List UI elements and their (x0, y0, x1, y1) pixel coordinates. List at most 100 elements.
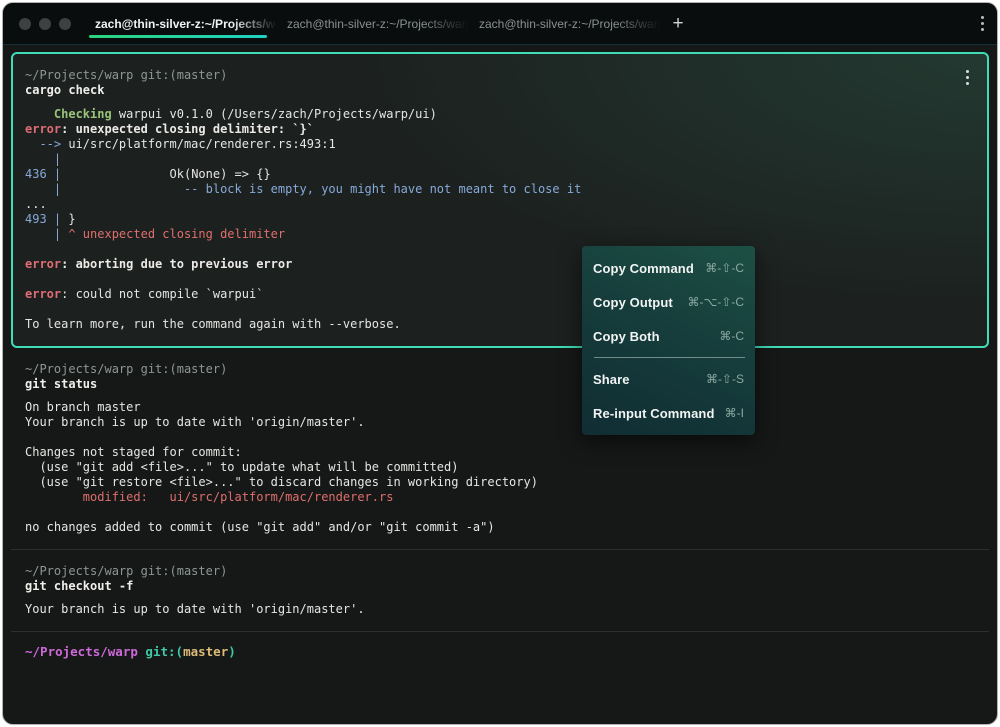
terminal-line: Changes not staged for commit: (25, 445, 975, 460)
line-gap (25, 594, 975, 602)
terminal-text-segment: (use "git add <file>..." to update what … (25, 460, 458, 474)
minimize-window-button[interactable] (39, 18, 51, 30)
terminal-line: ~/Projects/warp git:(master) (25, 68, 975, 83)
command-block-git-status[interactable]: ~/Projects/warp git:(master)git status On… (11, 348, 989, 549)
tab-fade (615, 3, 661, 44)
terminal-text-segment: : unexpected closing delimiter: `}` (61, 122, 314, 136)
terminal-line: git status (25, 377, 975, 392)
terminal-content: ~/Projects/warp git:(master)cargo check … (3, 45, 997, 671)
block-overflow-menu-icon[interactable] (966, 70, 969, 85)
terminal-text-segment: error (25, 287, 61, 301)
menu-item-copy-both[interactable]: Copy Both ⌘-C (582, 319, 755, 353)
terminal-text-segment: : could not compile `warpui` (61, 287, 263, 301)
terminal-line: Your branch is up to date with 'origin/m… (25, 415, 975, 430)
menu-item-label: Re-input Command (593, 406, 714, 421)
menu-item-shortcut: ⌘-C (719, 329, 744, 343)
terminal-line: ~/Projects/warp git:(master) (25, 362, 975, 377)
terminal-line: | (25, 152, 975, 167)
terminal-line: 436 | Ok(None) => {} (25, 167, 975, 182)
terminal-text-segment: | (25, 227, 61, 241)
terminal-text-segment: warpui v0.1.0 (/Users/zach/Projects/warp… (112, 107, 437, 121)
terminal-text-segment: error (25, 257, 61, 271)
terminal-text-segment: | (25, 152, 61, 166)
terminal-text-segment (25, 107, 54, 121)
line-gap (25, 98, 975, 107)
terminal-text-segment: Changes not staged for commit: (25, 445, 242, 459)
window-overflow-menu-icon[interactable] (967, 3, 997, 44)
menu-item-shortcut: ⌘-⇧-S (706, 372, 744, 386)
tab-3[interactable]: zach@thin-silver-z:~/Projects/warp (469, 3, 661, 44)
terminal-line: | -- block is empty, you might have not … (25, 182, 975, 197)
terminal-text-segment: ^ unexpected closing delimiter (68, 227, 285, 241)
terminal-text-segment: error (25, 122, 61, 136)
terminal-text-segment: 436 (25, 167, 47, 181)
tabbar-spacer (695, 3, 967, 44)
terminal-text-segment: Your branch is up to date with 'origin/m… (25, 415, 365, 429)
terminal-line: no changes added to commit (use "git add… (25, 520, 975, 535)
menu-item-share[interactable]: Share ⌘-⇧-S (582, 362, 755, 396)
terminal-text-segment (47, 167, 54, 181)
menu-item-copy-output[interactable]: Copy Output ⌘-⌥-⇧-C (582, 285, 755, 319)
menu-item-label: Copy Command (593, 261, 694, 276)
command-block-cargo-check[interactable]: ~/Projects/warp git:(master)cargo check … (11, 52, 989, 348)
menu-item-label: Copy Both (593, 329, 660, 344)
menu-item-shortcut: ⌘-⇧-C (705, 261, 744, 275)
terminal-line (25, 302, 975, 317)
zoom-window-button[interactable] (59, 18, 71, 30)
terminal-text-segment: | (25, 182, 61, 196)
terminal-line: git checkout -f (25, 579, 975, 594)
block-lines: ~/Projects/warp git:(master)git checkout… (25, 564, 975, 617)
tab-bar: zach@thin-silver-z:~/Projects/warp zach@… (3, 3, 997, 45)
new-tab-button[interactable]: + (661, 3, 695, 44)
terminal-text-segment: To learn more, run the command again wit… (25, 317, 401, 331)
terminal-text-segment: On branch master (25, 400, 141, 414)
block-lines: ~/Projects/warp git:(master)git status On… (25, 362, 975, 535)
menu-item-label: Share (593, 372, 630, 387)
terminal-line: To learn more, run the command again wit… (25, 317, 975, 332)
terminal-line: (use "git restore <file>..." to discard … (25, 475, 975, 490)
terminal-line: ~/Projects/warp git:(master) (25, 564, 975, 579)
terminal-window: zach@thin-silver-z:~/Projects/warp zach@… (2, 2, 998, 725)
command-input-prompt[interactable]: ~/Projects/warp git:(master) (11, 632, 989, 671)
command-block-git-checkout[interactable]: ~/Projects/warp git:(master)git checkout… (11, 550, 989, 631)
terminal-text-segment (47, 212, 54, 226)
terminal-text-segment: ... (25, 197, 47, 211)
terminal-text-segment: modified: ui/src/platform/mac/renderer.r… (25, 490, 393, 504)
terminal-text-segment: 493 (25, 212, 47, 226)
close-window-button[interactable] (19, 18, 31, 30)
terminal-line: (use "git add <file>..." to update what … (25, 460, 975, 475)
terminal-line (25, 505, 975, 520)
terminal-text-segment: git checkout -f (25, 579, 133, 593)
tab-2[interactable]: zach@thin-silver-z:~/Projects/warp (277, 3, 469, 44)
terminal-line: error: could not compile `warpui` (25, 287, 975, 302)
terminal-line: error: unexpected closing delimiter: `}` (25, 122, 975, 137)
terminal-text-segment: cargo check (25, 83, 104, 97)
menu-item-reinput-command[interactable]: Re-input Command ⌘-I (582, 396, 755, 430)
terminal-line (25, 242, 975, 257)
terminal-line: Checking warpui v0.1.0 (/Users/zach/Proj… (25, 107, 975, 122)
active-tab-underline (89, 35, 267, 38)
traffic-lights (3, 3, 85, 44)
tab-fade (423, 3, 469, 44)
terminal-line (25, 430, 975, 445)
tab-1[interactable]: zach@thin-silver-z:~/Projects/warp (85, 3, 277, 44)
terminal-text-segment: no changes added to commit (use "git add… (25, 520, 495, 534)
terminal-text-segment: Your branch is up to date with 'origin/m… (25, 602, 365, 616)
menu-item-copy-command[interactable]: Copy Command ⌘-⇧-C (582, 251, 755, 285)
terminal-text-segment: : aborting due to previous error (61, 257, 292, 271)
terminal-text-segment: } (61, 212, 75, 226)
terminal-line: | ^ unexpected closing delimiter (25, 227, 975, 242)
terminal-text-segment: Ok(None) => {} (61, 167, 271, 181)
terminal-text-segment: (use "git restore <file>..." to discard … (25, 475, 538, 489)
terminal-text-segment: git:( (145, 644, 183, 659)
terminal-text-segment: ui/src/platform/mac/renderer.rs:493:1 (68, 137, 335, 151)
terminal-line: 493 | } (25, 212, 975, 227)
terminal-line: ... (25, 197, 975, 212)
terminal-text-segment: -- block is empty, you might have not me… (61, 182, 581, 196)
terminal-text-segment: ~/Projects/warp (25, 644, 145, 659)
terminal-line: error: aborting due to previous error (25, 257, 975, 272)
terminal-text-segment: ~/Projects/warp git:(master) (25, 68, 227, 82)
menu-item-shortcut: ⌘-⌥-⇧-C (687, 295, 744, 309)
terminal-line: modified: ui/src/platform/mac/renderer.r… (25, 490, 975, 505)
menu-item-label: Copy Output (593, 295, 673, 310)
